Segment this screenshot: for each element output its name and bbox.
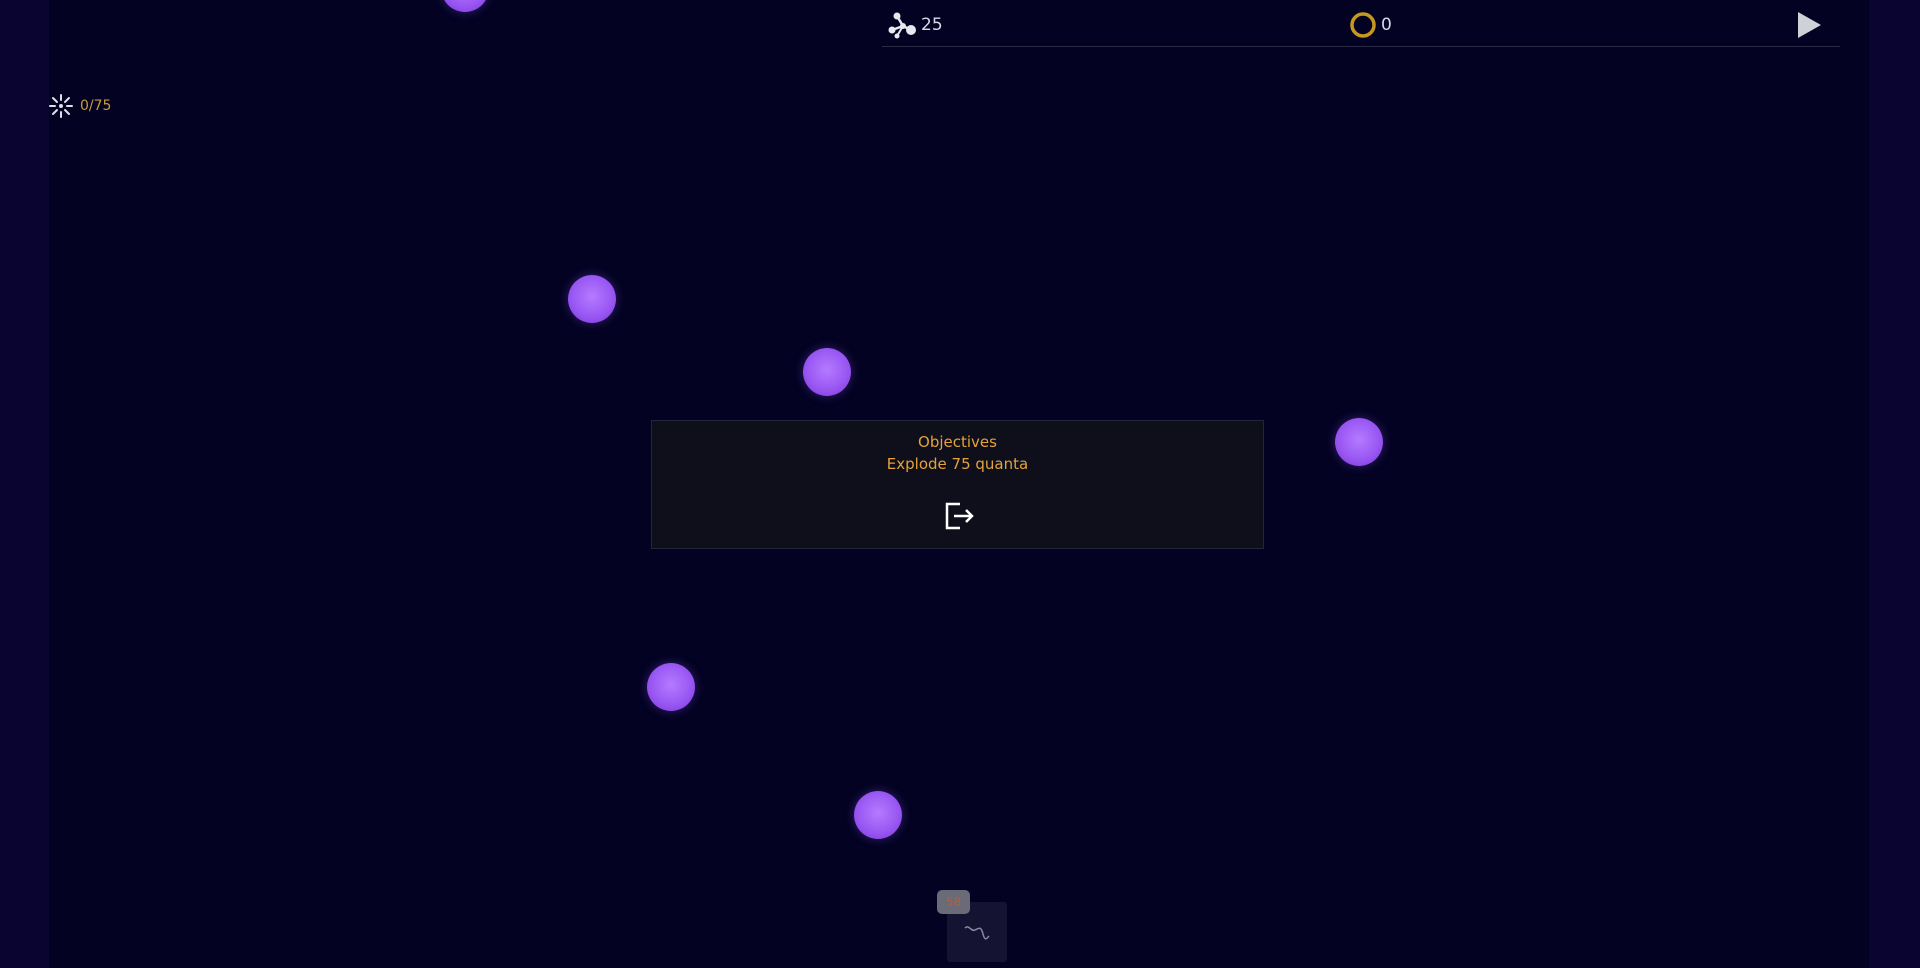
exit-icon xyxy=(945,502,974,530)
objectives-text: Explode 75 quanta xyxy=(886,455,1029,473)
top-bar: 25 0 xyxy=(882,0,1840,47)
quantum-orb[interactable] xyxy=(647,663,695,711)
quantum-orb[interactable] xyxy=(1335,418,1383,466)
exploded-value: 0/75 xyxy=(80,98,112,114)
objectives-panel: Objectives Explode 75 quanta xyxy=(651,420,1264,549)
exit-button[interactable] xyxy=(942,499,976,533)
ring-count: 0 xyxy=(1381,15,1392,35)
quantum-orb[interactable] xyxy=(854,791,902,839)
squiggle-icon xyxy=(964,926,990,940)
quantum-orb[interactable] xyxy=(803,348,851,396)
quanta-count: 25 xyxy=(921,15,943,35)
ring-stat: 0 xyxy=(1348,10,1392,40)
ring-icon xyxy=(1350,12,1376,38)
play-icon xyxy=(1798,12,1821,38)
quantum-orb[interactable] xyxy=(568,275,616,323)
exploded-counter: 0/75 xyxy=(48,93,111,119)
objectives-title: Objectives xyxy=(918,433,997,451)
tool-count-badge: 58 xyxy=(937,890,970,914)
play-button[interactable] xyxy=(1795,11,1823,39)
burst-icon xyxy=(49,94,73,118)
quanta-stat: 25 xyxy=(888,10,943,40)
molecule-icon xyxy=(888,12,916,39)
